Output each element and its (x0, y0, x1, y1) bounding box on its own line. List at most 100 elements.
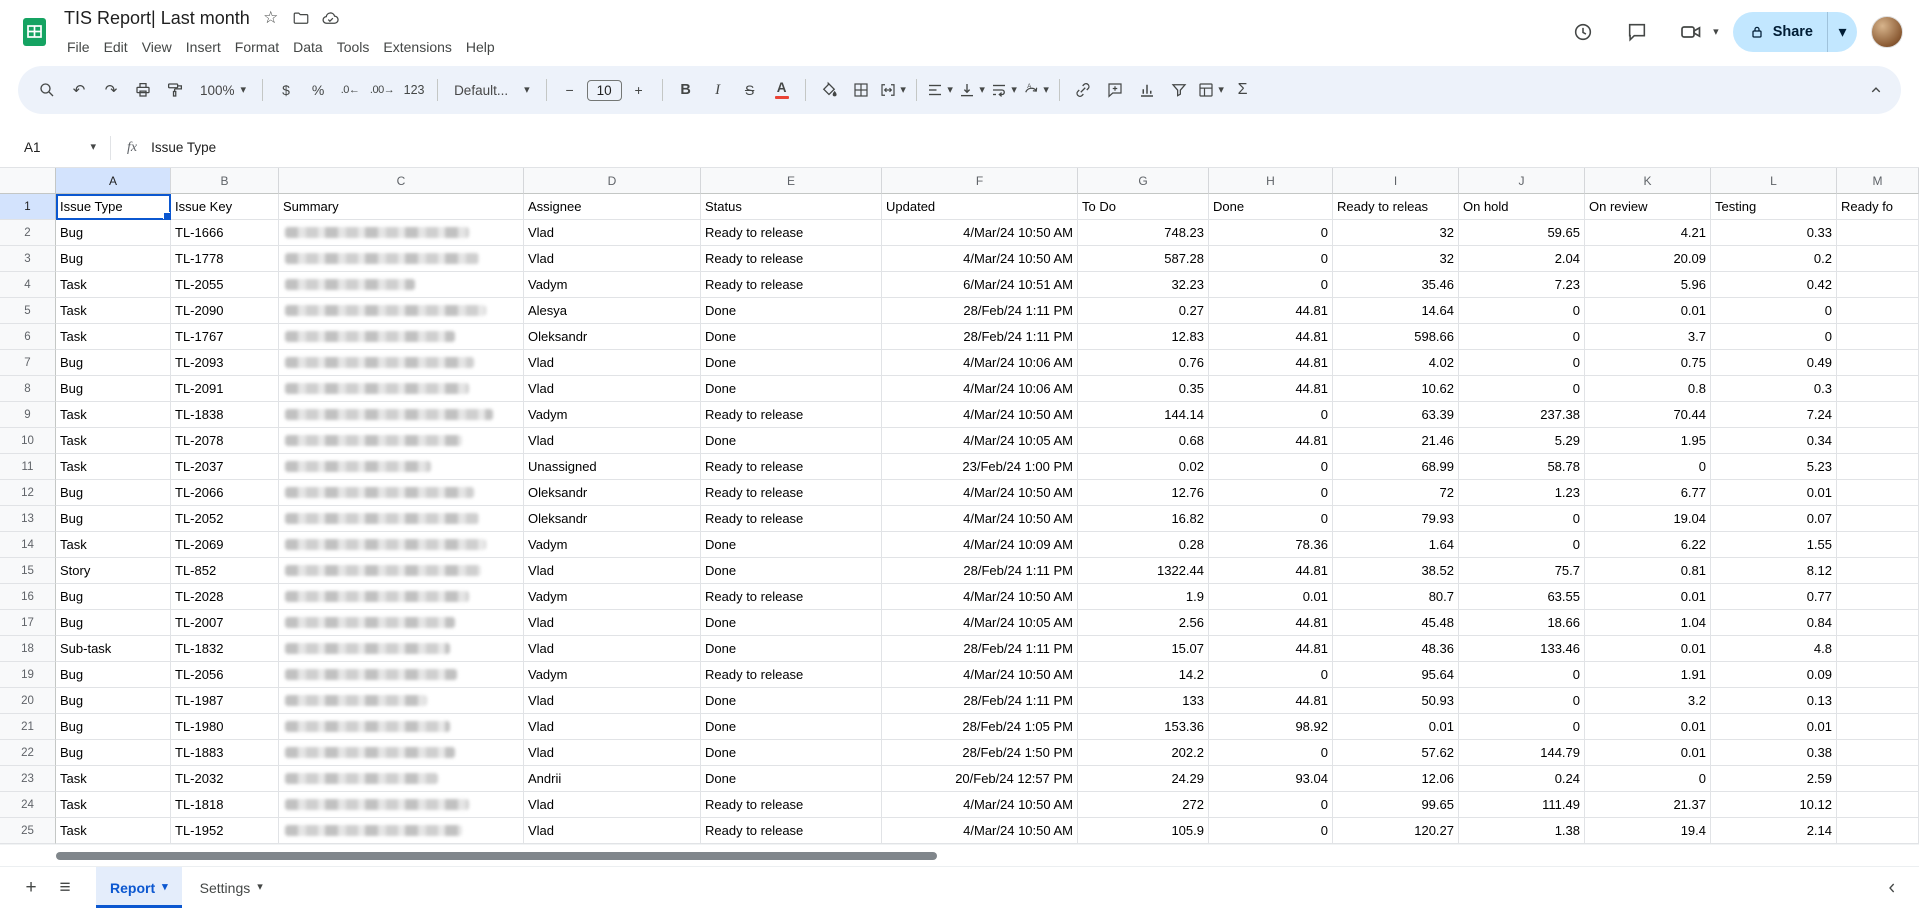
cell-G8[interactable]: 0.35 (1078, 376, 1209, 402)
bold-icon[interactable]: B (671, 75, 701, 105)
cell-J21[interactable]: 0 (1459, 714, 1585, 740)
cell-A10[interactable]: Task (56, 428, 171, 454)
cell-I4[interactable]: 35.46 (1333, 272, 1459, 298)
cell-L9[interactable]: 7.24 (1711, 402, 1837, 428)
row-header-8[interactable]: 8 (0, 376, 56, 402)
column-header-I[interactable]: I (1333, 168, 1459, 194)
cell-J7[interactable]: 0 (1459, 350, 1585, 376)
cell-F4[interactable]: 6/Mar/24 10:51 AM (882, 272, 1078, 298)
row-header-22[interactable]: 22 (0, 740, 56, 766)
undo-icon[interactable]: ↶ (64, 75, 94, 105)
cell-D9[interactable]: Vadym (524, 402, 701, 428)
name-box[interactable]: A1 ▾ (14, 140, 102, 155)
cell-L1[interactable]: Testing (1711, 194, 1837, 220)
cell-L2[interactable]: 0.33 (1711, 220, 1837, 246)
cell-A20[interactable]: Bug (56, 688, 171, 714)
cell-B2[interactable]: TL-1666 (171, 220, 279, 246)
cell-A1[interactable]: Issue Type (56, 194, 171, 220)
horizontal-scrollbar-thumb[interactable] (56, 852, 937, 860)
cell-H4[interactable]: 0 (1209, 272, 1333, 298)
cell-H19[interactable]: 0 (1209, 662, 1333, 688)
cell-A22[interactable]: Bug (56, 740, 171, 766)
cell-I21[interactable]: 0.01 (1333, 714, 1459, 740)
cell-C17[interactable] (279, 610, 524, 636)
cell-B1[interactable]: Issue Key (171, 194, 279, 220)
cell-A16[interactable]: Bug (56, 584, 171, 610)
cell-B21[interactable]: TL-1980 (171, 714, 279, 740)
cell-A17[interactable]: Bug (56, 610, 171, 636)
cell-K22[interactable]: 0.01 (1585, 740, 1711, 766)
sheet-tab-caret-icon[interactable]: ▾ (257, 882, 263, 893)
cell-G7[interactable]: 0.76 (1078, 350, 1209, 376)
paint-format-icon[interactable] (160, 75, 190, 105)
cell-L19[interactable]: 0.09 (1711, 662, 1837, 688)
cell-D1[interactable]: Assignee (524, 194, 701, 220)
cell-K6[interactable]: 3.7 (1585, 324, 1711, 350)
cell-M17[interactable] (1837, 610, 1919, 636)
cell-D24[interactable]: Vlad (524, 792, 701, 818)
cell-K3[interactable]: 20.09 (1585, 246, 1711, 272)
font-select[interactable]: Default... ▾ (446, 75, 538, 105)
cell-H1[interactable]: Done (1209, 194, 1333, 220)
cell-C6[interactable] (279, 324, 524, 350)
cell-E17[interactable]: Done (701, 610, 882, 636)
row-header-20[interactable]: 20 (0, 688, 56, 714)
increase-decimal-icon[interactable]: .00→ (367, 75, 397, 105)
row-header-9[interactable]: 9 (0, 402, 56, 428)
cell-I16[interactable]: 80.7 (1333, 584, 1459, 610)
cell-E24[interactable]: Ready to release (701, 792, 882, 818)
cell-G17[interactable]: 2.56 (1078, 610, 1209, 636)
cell-H3[interactable]: 0 (1209, 246, 1333, 272)
cell-E14[interactable]: Done (701, 532, 882, 558)
cell-D6[interactable]: Oleksandr (524, 324, 701, 350)
cell-G5[interactable]: 0.27 (1078, 298, 1209, 324)
cell-L22[interactable]: 0.38 (1711, 740, 1837, 766)
cell-I19[interactable]: 95.64 (1333, 662, 1459, 688)
cell-C19[interactable] (279, 662, 524, 688)
cell-K5[interactable]: 0.01 (1585, 298, 1711, 324)
cell-B12[interactable]: TL-2066 (171, 480, 279, 506)
row-header-4[interactable]: 4 (0, 272, 56, 298)
cell-G19[interactable]: 14.2 (1078, 662, 1209, 688)
cell-A19[interactable]: Bug (56, 662, 171, 688)
cell-E25[interactable]: Ready to release (701, 818, 882, 844)
cell-B22[interactable]: TL-1883 (171, 740, 279, 766)
cell-H5[interactable]: 44.81 (1209, 298, 1333, 324)
cell-F19[interactable]: 4/Mar/24 10:50 AM (882, 662, 1078, 688)
cell-B17[interactable]: TL-2007 (171, 610, 279, 636)
cell-F17[interactable]: 4/Mar/24 10:05 AM (882, 610, 1078, 636)
row-header-13[interactable]: 13 (0, 506, 56, 532)
cell-M15[interactable] (1837, 558, 1919, 584)
cell-J15[interactable]: 75.7 (1459, 558, 1585, 584)
text-color-icon[interactable]: A (767, 75, 797, 105)
cell-H10[interactable]: 44.81 (1209, 428, 1333, 454)
cell-H18[interactable]: 44.81 (1209, 636, 1333, 662)
cell-C7[interactable] (279, 350, 524, 376)
cell-M6[interactable] (1837, 324, 1919, 350)
functions-icon[interactable]: Σ (1228, 75, 1258, 105)
cell-D2[interactable]: Vlad (524, 220, 701, 246)
row-header-12[interactable]: 12 (0, 480, 56, 506)
column-header-A[interactable]: A (56, 168, 171, 194)
cell-I22[interactable]: 57.62 (1333, 740, 1459, 766)
cell-E22[interactable]: Done (701, 740, 882, 766)
cell-D19[interactable]: Vadym (524, 662, 701, 688)
cell-A2[interactable]: Bug (56, 220, 171, 246)
cell-F7[interactable]: 4/Mar/24 10:06 AM (882, 350, 1078, 376)
cell-H21[interactable]: 98.92 (1209, 714, 1333, 740)
print-icon[interactable] (128, 75, 158, 105)
cell-C16[interactable] (279, 584, 524, 610)
cell-A7[interactable]: Bug (56, 350, 171, 376)
cell-J23[interactable]: 0.24 (1459, 766, 1585, 792)
cell-A21[interactable]: Bug (56, 714, 171, 740)
cell-K7[interactable]: 0.75 (1585, 350, 1711, 376)
cell-B9[interactable]: TL-1838 (171, 402, 279, 428)
cell-L23[interactable]: 2.59 (1711, 766, 1837, 792)
cell-D23[interactable]: Andrii (524, 766, 701, 792)
cell-J6[interactable]: 0 (1459, 324, 1585, 350)
cell-F16[interactable]: 4/Mar/24 10:50 AM (882, 584, 1078, 610)
row-header-10[interactable]: 10 (0, 428, 56, 454)
menu-data[interactable]: Data (286, 36, 330, 58)
row-header-17[interactable]: 17 (0, 610, 56, 636)
merge-cells-icon[interactable]: ▾ (878, 75, 908, 105)
